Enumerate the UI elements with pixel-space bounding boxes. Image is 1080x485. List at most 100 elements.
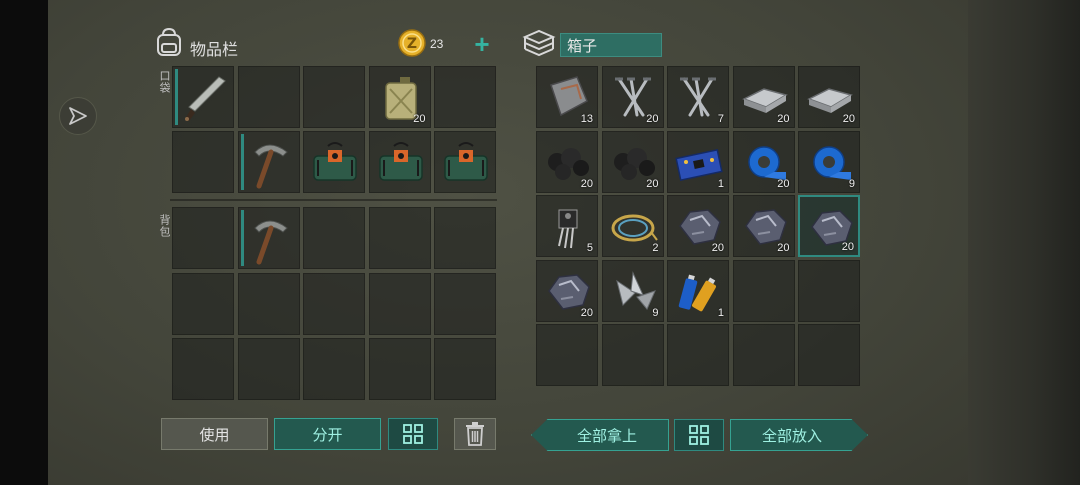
item-quantity: 20	[711, 242, 724, 254]
svg-text:Z: Z	[407, 36, 417, 52]
item-quantity: 5	[586, 242, 593, 254]
box-slot[interactable]: 5	[536, 195, 598, 257]
box-slot[interactable]: 2	[601, 195, 664, 257]
put-all-button[interactable]: 全部放入	[730, 419, 868, 451]
backpack-slot[interactable]	[303, 338, 365, 400]
item-quantity: 20	[646, 177, 659, 190]
box-slot[interactable]	[732, 259, 795, 322]
item-quantity: 20	[777, 177, 790, 190]
box-slot[interactable]: 20	[798, 195, 860, 257]
pocket-slot[interactable]	[172, 131, 234, 193]
backpack-label: 背包	[158, 214, 170, 238]
item-quantity: 2	[652, 242, 659, 254]
item-quantity: 9	[652, 306, 659, 319]
backpack-slot[interactable]	[434, 338, 496, 400]
pocket-slot[interactable]	[368, 131, 431, 193]
box-slot[interactable]: 9	[798, 130, 860, 193]
use-button[interactable]: 使用	[161, 418, 268, 450]
item-quantity: 20	[646, 113, 659, 125]
backpack-slot[interactable]	[368, 207, 431, 269]
backpack-slot[interactable]	[237, 272, 300, 335]
currency-amount: 23	[430, 37, 444, 51]
backpack-slot[interactable]	[237, 338, 300, 400]
inventory-screen: 物品栏 Z 23 + 口袋 背包 使用 分开 箱子 全部拿上 全部放入 20 1…	[48, 0, 1010, 485]
backpack-slot[interactable]	[237, 207, 300, 269]
item-quantity: 20	[580, 177, 593, 190]
item-quantity: 20	[777, 113, 790, 125]
backpack-slot[interactable]	[172, 207, 234, 269]
coin-icon: Z	[398, 29, 426, 57]
split-button[interactable]: 分开	[274, 418, 381, 450]
box-slot[interactable]: 20	[732, 130, 795, 193]
backpack-slot[interactable]	[172, 338, 234, 400]
explosive-pack-icon	[378, 142, 423, 181]
pocket-slot[interactable]	[303, 131, 365, 193]
backpack-slot[interactable]	[434, 207, 496, 269]
pocket-slot[interactable]	[237, 131, 300, 193]
item-quantity: 20	[580, 306, 593, 319]
box-icon	[522, 28, 556, 60]
take-all-label: 全部拿上	[576, 427, 637, 445]
box-slot[interactable]: 13	[536, 66, 598, 128]
box-slot[interactable]	[601, 324, 664, 386]
inventory-title: 物品栏	[190, 42, 239, 59]
item-quantity: 20	[841, 241, 854, 253]
sort-inventory-button[interactable]	[388, 418, 438, 450]
explosive-pack-icon	[313, 142, 357, 181]
item-quantity: 13	[580, 113, 593, 125]
item-quantity: 20	[413, 113, 426, 125]
box-slot[interactable]	[536, 324, 598, 386]
box-slot[interactable]: 20	[732, 66, 795, 128]
backpack-slot[interactable]	[368, 272, 431, 335]
pocket-slot[interactable]	[434, 131, 496, 193]
pickaxe-icon	[253, 220, 288, 265]
sort-box-button[interactable]	[674, 419, 724, 451]
box-slot[interactable]: 20	[798, 66, 860, 128]
grid-sort-icon	[403, 424, 423, 444]
item-quantity: 7	[717, 113, 724, 125]
pocket-slot[interactable]	[303, 66, 365, 128]
put-all-label: 全部放入	[761, 427, 822, 445]
pocket-slot[interactable]	[434, 66, 496, 128]
box-slot[interactable]	[798, 259, 860, 322]
box-slot[interactable]: 20	[601, 130, 664, 193]
pocket-slot[interactable]	[172, 66, 234, 128]
item-quantity: 1	[717, 177, 724, 190]
box-slot[interactable]	[732, 324, 795, 386]
add-currency-button[interactable]: +	[468, 31, 496, 57]
box-slot[interactable]: 20	[667, 195, 729, 257]
screen-edge-panel	[968, 0, 1080, 485]
item-quantity: 9	[848, 177, 855, 190]
box-slot[interactable]: 9	[601, 259, 664, 322]
box-title-field[interactable]: 箱子	[560, 33, 662, 57]
box-slot[interactable]: 20	[536, 130, 598, 193]
box-slot[interactable]: 7	[667, 66, 729, 128]
box-slot[interactable]: 20	[536, 259, 598, 322]
machete-icon	[185, 76, 226, 121]
box-slot[interactable]: 20	[732, 195, 795, 257]
backpack-slot[interactable]	[303, 272, 365, 335]
backpack-slot[interactable]	[303, 207, 365, 269]
durability-bar	[240, 210, 244, 266]
trash-icon	[466, 422, 484, 446]
durability-bar	[175, 69, 178, 125]
pocket-slot[interactable]	[237, 66, 300, 128]
box-slot[interactable]: 20	[601, 66, 664, 128]
backpack-icon	[154, 26, 184, 58]
backpack-slot[interactable]	[172, 272, 234, 335]
backpack-slot[interactable]	[368, 338, 431, 400]
box-title: 箱子	[567, 37, 598, 55]
send-arrow-icon	[69, 107, 87, 125]
item-quantity: 20	[777, 242, 790, 254]
delete-button[interactable]	[454, 418, 496, 450]
backpack-slot[interactable]	[434, 272, 496, 335]
box-slot[interactable]	[667, 324, 729, 386]
pocket-slot[interactable]: 20	[368, 66, 431, 128]
box-slot[interactable]: 1	[667, 130, 729, 193]
explosive-pack-icon	[444, 142, 488, 181]
box-slot[interactable]	[798, 324, 860, 386]
pickaxe-icon	[253, 144, 288, 189]
box-slot[interactable]: 1	[667, 259, 729, 322]
take-all-button[interactable]: 全部拿上	[531, 419, 669, 451]
floating-action-button[interactable]	[59, 97, 97, 135]
